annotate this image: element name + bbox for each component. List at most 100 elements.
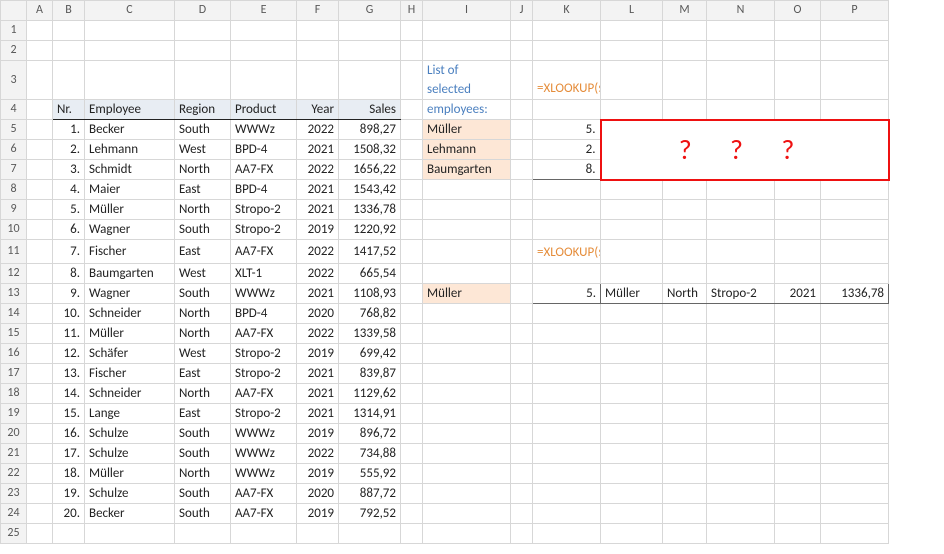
cell-product[interactable]: WWWz <box>231 424 297 444</box>
cell[interactable] <box>601 504 663 524</box>
cell-employee[interactable]: Baumgarten <box>85 264 175 284</box>
cell[interactable] <box>601 364 663 384</box>
cell-employee[interactable]: Schäfer <box>85 344 175 364</box>
cell[interactable] <box>511 220 533 240</box>
cell[interactable] <box>533 384 601 404</box>
cell-year[interactable]: 2022 <box>297 240 339 264</box>
cell[interactable] <box>175 21 231 41</box>
cell[interactable] <box>423 41 511 61</box>
cell[interactable] <box>663 424 707 444</box>
cell[interactable] <box>175 524 231 544</box>
cell[interactable] <box>401 100 423 120</box>
cell-I8[interactable] <box>423 180 511 200</box>
cell-nr[interactable]: 9. <box>53 284 85 304</box>
cell-year[interactable]: 2020 <box>297 304 339 324</box>
cell[interactable] <box>511 364 533 384</box>
cell[interactable] <box>511 240 533 264</box>
cell[interactable] <box>401 464 423 484</box>
cell-sales[interactable]: 1417,52 <box>339 240 401 264</box>
row-header-16[interactable]: 16 <box>1 344 27 364</box>
col-header-I[interactable]: I <box>423 1 511 21</box>
cell[interactable] <box>511 264 533 284</box>
cell-nr[interactable]: 20. <box>53 504 85 524</box>
cell-product[interactable]: Stropo-2 <box>231 200 297 220</box>
cell[interactable] <box>511 384 533 404</box>
cell[interactable] <box>601 180 663 200</box>
row-header-9[interactable]: 9 <box>1 200 27 220</box>
cell[interactable] <box>707 484 775 504</box>
cell-year[interactable]: 2021 <box>297 200 339 220</box>
cell[interactable] <box>27 284 53 304</box>
cell[interactable] <box>401 304 423 324</box>
cell-sales[interactable]: 1336,78 <box>339 200 401 220</box>
cell-year[interactable]: 2021 <box>297 140 339 160</box>
single-res-l[interactable]: Müller <box>601 284 663 304</box>
cell[interactable] <box>231 21 297 41</box>
cell[interactable] <box>231 61 297 100</box>
list-label[interactable]: List ofselected <box>423 61 511 100</box>
row-header-20[interactable]: 20 <box>1 424 27 444</box>
cell[interactable] <box>601 100 663 120</box>
cell[interactable] <box>297 41 339 61</box>
col-header-H[interactable]: H <box>401 1 423 21</box>
cell-I7[interactable]: Baumgarten <box>423 160 511 180</box>
cell-region[interactable]: South <box>175 484 231 504</box>
cell[interactable] <box>533 304 601 324</box>
cell[interactable] <box>663 200 707 220</box>
cell-sales[interactable]: 734,88 <box>339 444 401 464</box>
cell[interactable] <box>401 220 423 240</box>
cell-nr[interactable]: 7. <box>53 240 85 264</box>
cell[interactable] <box>533 504 601 524</box>
cell-I20[interactable] <box>423 424 511 444</box>
cell[interactable] <box>707 324 775 344</box>
cell-product[interactable]: AA7-FX <box>231 484 297 504</box>
cell-employee[interactable]: Müller <box>85 324 175 344</box>
cell[interactable] <box>27 180 53 200</box>
cell[interactable] <box>775 304 821 324</box>
cell[interactable] <box>423 21 511 41</box>
cell[interactable] <box>533 264 601 284</box>
cell-employee[interactable]: Becker <box>85 504 175 524</box>
result-k[interactable]: 5. <box>533 120 601 140</box>
cell-employee[interactable]: Schneider <box>85 384 175 404</box>
cell[interactable] <box>775 384 821 404</box>
cell[interactable] <box>601 200 663 220</box>
cell-year[interactable]: 2019 <box>297 464 339 484</box>
cell-I5[interactable]: Müller <box>423 120 511 140</box>
header-employee[interactable]: Employee <box>85 100 175 120</box>
cell[interactable] <box>511 180 533 200</box>
cell-nr[interactable]: 4. <box>53 180 85 200</box>
cell[interactable] <box>533 524 601 544</box>
cell-product[interactable]: WWWz <box>231 120 297 140</box>
cell[interactable] <box>27 61 53 100</box>
list-label-line3[interactable]: employees: <box>423 100 511 120</box>
cell-I24[interactable] <box>423 504 511 524</box>
cell[interactable] <box>339 41 401 61</box>
cell[interactable] <box>85 524 175 544</box>
col-header-L[interactable]: L <box>601 1 663 21</box>
cell[interactable] <box>401 364 423 384</box>
header-year[interactable]: Year <box>297 100 339 120</box>
cell[interactable] <box>663 504 707 524</box>
cell[interactable] <box>27 100 53 120</box>
cell[interactable] <box>27 140 53 160</box>
cell[interactable] <box>533 220 601 240</box>
formula-1-text[interactable]: =XLOOKUP($I$5:$I$7,$C$5:$C$24,$B$5:$G$24… <box>533 61 601 100</box>
cell[interactable] <box>821 220 889 240</box>
cell[interactable] <box>27 444 53 464</box>
cell[interactable] <box>601 404 663 424</box>
single-res-o[interactable]: 2021 <box>775 284 821 304</box>
cell[interactable] <box>707 264 775 284</box>
cell[interactable] <box>511 524 533 544</box>
cell-region[interactable]: East <box>175 240 231 264</box>
cell-region[interactable]: South <box>175 220 231 240</box>
cell-product[interactable]: WWWz <box>231 284 297 304</box>
result-k[interactable]: 2. <box>533 140 601 160</box>
cell[interactable] <box>707 364 775 384</box>
cell[interactable] <box>663 404 707 424</box>
cell[interactable] <box>27 484 53 504</box>
cell-year[interactable]: 2022 <box>297 160 339 180</box>
cell[interactable] <box>821 344 889 364</box>
cell[interactable] <box>511 344 533 364</box>
cell-nr[interactable]: 1. <box>53 120 85 140</box>
